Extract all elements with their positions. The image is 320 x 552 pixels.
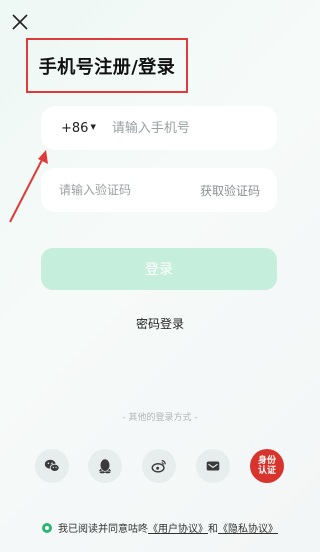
close-button[interactable] [10,12,30,32]
country-code-selector[interactable]: +86 ▼ [61,121,96,136]
weibo-login-button[interactable] [142,449,176,483]
identity-icon-line2: 认证 [257,466,276,476]
wechat-icon [44,459,60,472]
close-icon [12,14,28,30]
agreement-row: 我已阅读并同意咕咚 《用户协议》 和 《隐私协议》 [42,520,278,535]
qq-login-button[interactable] [88,449,122,483]
privacy-agreement-link[interactable]: 《隐私协议》 [218,520,278,535]
password-login-link[interactable]: 密码登录 [0,315,320,332]
page-title: 手机号注册/登录 [38,56,176,78]
country-code-label: +86 [61,120,89,136]
caret-down-icon: ▼ [90,123,96,131]
other-login-methods-label: - 其他的登录方式 - [122,413,198,423]
wechat-login-button[interactable] [35,449,69,483]
phone-field: +86 ▼ [41,106,277,150]
mail-login-button[interactable] [196,449,230,483]
agreement-prefix: 我已阅读并同意咕咚 [58,524,148,535]
agreement-and: 和 [208,524,218,535]
user-agreement-link[interactable]: 《用户协议》 [148,520,208,535]
weibo-icon [151,459,166,473]
social-login-row: 身份 认证 [0,449,320,483]
mail-icon [206,461,220,471]
qq-icon [98,459,112,474]
phone-input[interactable] [111,120,252,136]
title-highlight-box: 手机号注册/登录 [26,38,188,93]
get-code-button[interactable]: 获取验证码 [200,182,260,199]
identity-icon-line1: 身份 [257,456,276,466]
login-button[interactable]: 登录 [41,248,277,290]
code-input[interactable] [59,183,179,197]
identity-auth-button[interactable]: 身份 认证 [250,449,284,483]
agreement-checkbox[interactable] [42,522,52,533]
verification-code-field: 获取验证码 [41,168,277,212]
